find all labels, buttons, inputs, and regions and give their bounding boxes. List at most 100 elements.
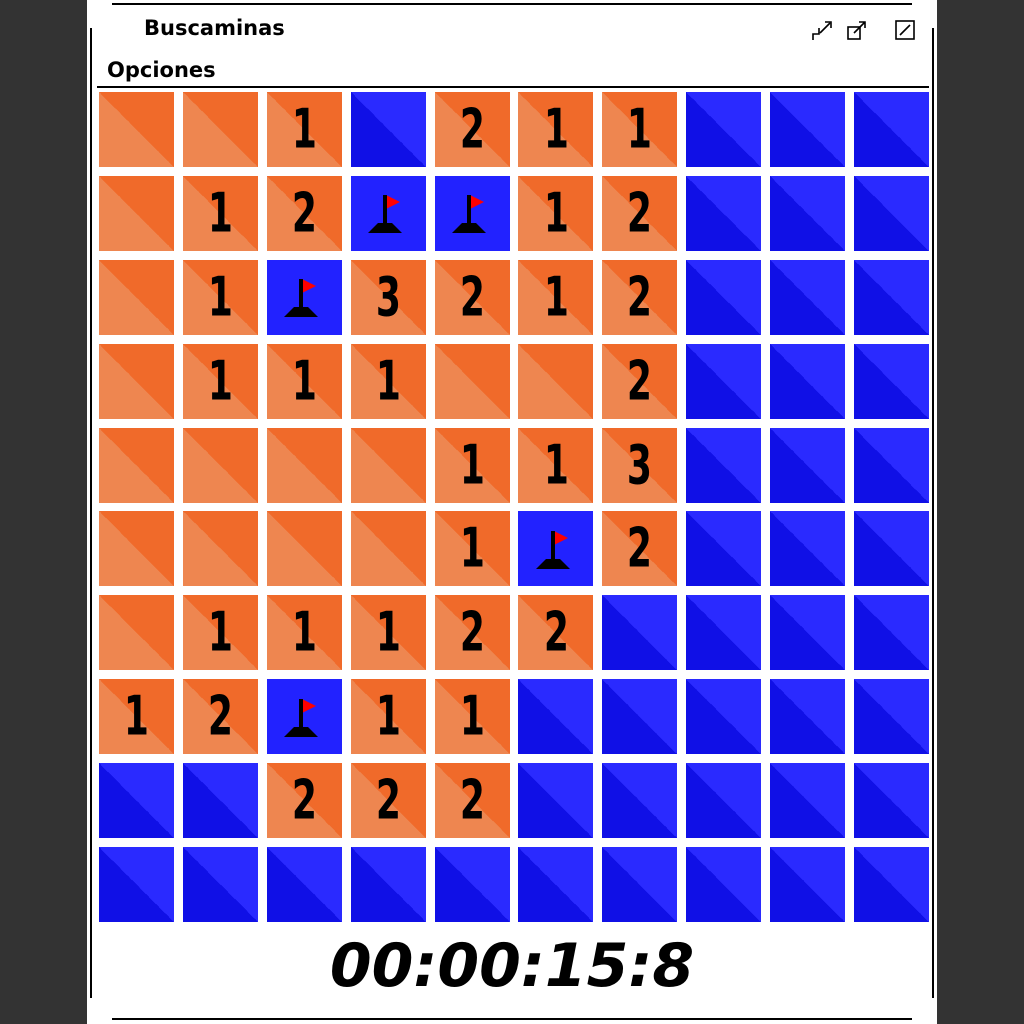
hidden-cell[interactable] <box>686 343 762 419</box>
revealed-number-cell[interactable]: 2 <box>434 763 510 839</box>
revealed-empty-cell[interactable] <box>99 595 174 671</box>
revealed-empty-cell[interactable] <box>350 511 426 587</box>
hidden-cell[interactable] <box>854 679 930 755</box>
hidden-cell[interactable] <box>686 763 762 839</box>
revealed-empty-cell[interactable] <box>350 427 426 503</box>
hidden-cell[interactable] <box>686 511 762 587</box>
revealed-number-cell[interactable]: 1 <box>182 259 258 335</box>
hidden-cell[interactable] <box>686 847 762 923</box>
revealed-empty-cell[interactable] <box>99 343 174 419</box>
revealed-empty-cell[interactable] <box>99 175 174 251</box>
hidden-cell[interactable] <box>854 427 930 503</box>
revealed-number-cell[interactable]: 2 <box>602 343 678 419</box>
hidden-cell[interactable] <box>686 679 762 755</box>
revealed-number-cell[interactable]: 2 <box>602 259 678 335</box>
hidden-cell[interactable] <box>350 92 426 167</box>
revealed-number-cell[interactable]: 1 <box>350 595 426 671</box>
hidden-cell[interactable] <box>686 595 762 671</box>
hidden-cell[interactable] <box>350 847 426 923</box>
flagged-cell[interactable] <box>350 175 426 251</box>
hidden-cell[interactable] <box>854 92 930 167</box>
revealed-number-cell[interactable]: 2 <box>182 679 258 755</box>
restore-button[interactable] <box>846 19 868 41</box>
flagged-cell[interactable] <box>266 679 342 755</box>
revealed-empty-cell[interactable] <box>182 92 258 167</box>
revealed-number-cell[interactable]: 1 <box>434 427 510 503</box>
revealed-empty-cell[interactable] <box>266 511 342 587</box>
revealed-empty-cell[interactable] <box>99 511 174 587</box>
hidden-cell[interactable] <box>686 259 762 335</box>
hidden-cell[interactable] <box>266 847 342 923</box>
revealed-number-cell[interactable]: 2 <box>434 92 510 167</box>
maximize-button[interactable] <box>894 19 916 41</box>
hidden-cell[interactable] <box>770 427 846 503</box>
hidden-cell[interactable] <box>99 763 174 839</box>
menu-opciones[interactable]: Opciones <box>107 56 216 84</box>
hidden-cell[interactable] <box>770 679 846 755</box>
revealed-number-cell[interactable]: 1 <box>266 595 342 671</box>
hidden-cell[interactable] <box>854 763 930 839</box>
revealed-number-cell[interactable]: 1 <box>518 175 594 251</box>
hidden-cell[interactable] <box>770 259 846 335</box>
hidden-cell[interactable] <box>518 763 594 839</box>
hidden-cell[interactable] <box>854 847 930 923</box>
revealed-number-cell[interactable]: 2 <box>602 511 678 587</box>
hidden-cell[interactable] <box>518 679 594 755</box>
hidden-cell[interactable] <box>602 763 678 839</box>
revealed-number-cell[interactable]: 2 <box>350 763 426 839</box>
hidden-cell[interactable] <box>182 847 258 923</box>
revealed-empty-cell[interactable] <box>99 92 174 167</box>
revealed-number-cell[interactable]: 2 <box>434 595 510 671</box>
hidden-cell[interactable] <box>99 847 174 923</box>
revealed-empty-cell[interactable] <box>182 511 258 587</box>
hidden-cell[interactable] <box>434 847 510 923</box>
hidden-cell[interactable] <box>770 343 846 419</box>
revealed-number-cell[interactable]: 1 <box>182 595 258 671</box>
hidden-cell[interactable] <box>686 175 762 251</box>
revealed-number-cell[interactable]: 1 <box>266 343 342 419</box>
hidden-cell[interactable] <box>770 92 846 167</box>
revealed-empty-cell[interactable] <box>434 343 510 419</box>
revealed-number-cell[interactable]: 2 <box>602 175 678 251</box>
hidden-cell[interactable] <box>854 343 930 419</box>
hidden-cell[interactable] <box>854 175 930 251</box>
revealed-number-cell[interactable]: 1 <box>350 679 426 755</box>
revealed-number-cell[interactable]: 1 <box>99 679 174 755</box>
revealed-empty-cell[interactable] <box>182 427 258 503</box>
revealed-number-cell[interactable]: 2 <box>266 175 342 251</box>
hidden-cell[interactable] <box>770 763 846 839</box>
revealed-number-cell[interactable]: 1 <box>266 92 342 167</box>
hidden-cell[interactable] <box>686 427 762 503</box>
revealed-number-cell[interactable]: 3 <box>350 259 426 335</box>
revealed-number-cell[interactable]: 1 <box>350 343 426 419</box>
revealed-number-cell[interactable]: 1 <box>182 343 258 419</box>
minimize-button[interactable] <box>811 19 833 41</box>
revealed-number-cell[interactable]: 2 <box>518 595 594 671</box>
hidden-cell[interactable] <box>182 763 258 839</box>
hidden-cell[interactable] <box>602 679 678 755</box>
revealed-number-cell[interactable]: 1 <box>182 175 258 251</box>
revealed-number-cell[interactable]: 1 <box>518 427 594 503</box>
revealed-number-cell[interactable]: 1 <box>518 259 594 335</box>
revealed-number-cell[interactable]: 3 <box>602 427 678 503</box>
revealed-empty-cell[interactable] <box>266 427 342 503</box>
revealed-number-cell[interactable]: 1 <box>518 92 594 167</box>
hidden-cell[interactable] <box>770 595 846 671</box>
hidden-cell[interactable] <box>854 511 930 587</box>
revealed-number-cell[interactable]: 1 <box>602 92 678 167</box>
hidden-cell[interactable] <box>854 595 930 671</box>
revealed-number-cell[interactable]: 1 <box>434 511 510 587</box>
hidden-cell[interactable] <box>518 847 594 923</box>
hidden-cell[interactable] <box>770 175 846 251</box>
revealed-number-cell[interactable]: 2 <box>434 259 510 335</box>
hidden-cell[interactable] <box>770 511 846 587</box>
hidden-cell[interactable] <box>602 847 678 923</box>
revealed-empty-cell[interactable] <box>518 343 594 419</box>
revealed-number-cell[interactable]: 2 <box>266 763 342 839</box>
revealed-empty-cell[interactable] <box>99 427 174 503</box>
hidden-cell[interactable] <box>602 595 678 671</box>
flagged-cell[interactable] <box>518 511 594 587</box>
hidden-cell[interactable] <box>686 92 762 167</box>
revealed-number-cell[interactable]: 1 <box>434 679 510 755</box>
flagged-cell[interactable] <box>434 175 510 251</box>
